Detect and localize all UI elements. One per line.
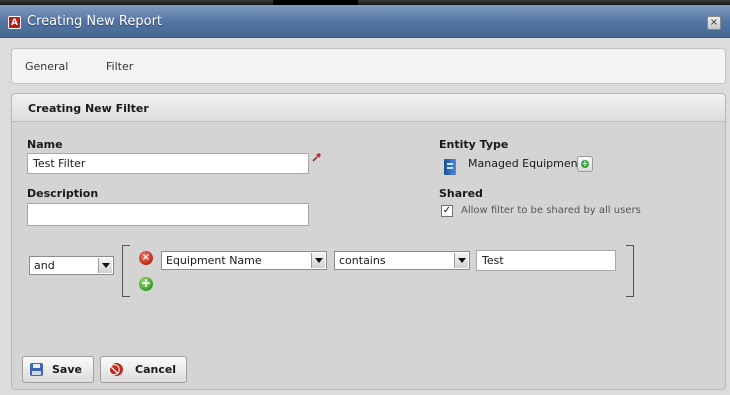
- description-label: Description: [27, 187, 99, 200]
- pin-icon: [312, 153, 321, 162]
- shared-checkbox[interactable]: ✓: [441, 205, 453, 217]
- plus-icon: +: [581, 159, 589, 168]
- name-input[interactable]: Test Filter: [27, 153, 309, 174]
- entity-type-label: Entity Type: [439, 138, 509, 151]
- panel-header: Creating New Filter: [12, 94, 725, 122]
- shared-option-label: Allow filter to be shared by all users: [461, 205, 641, 216]
- chevron-down-icon: [454, 253, 468, 268]
- remove-condition-button[interactable]: ×: [139, 251, 153, 265]
- title-bar: A Creating New Report ×: [0, 5, 730, 38]
- tab-general[interactable]: General: [25, 60, 68, 73]
- add-entity-type-button[interactable]: +: [577, 156, 593, 172]
- report-icon: A: [8, 16, 21, 29]
- condition-bracket-right: [626, 245, 634, 297]
- tab-bar: General Filter: [11, 48, 726, 84]
- save-label: Save: [52, 363, 82, 376]
- name-label: Name: [27, 138, 63, 151]
- shared-label: Shared: [439, 187, 483, 200]
- condition-value-input[interactable]: Test: [476, 250, 616, 271]
- entity-type-value: Managed Equipment: [468, 157, 582, 170]
- close-button[interactable]: ×: [707, 16, 721, 30]
- operator-select[interactable]: contains: [334, 251, 470, 270]
- save-button[interactable]: Save: [22, 356, 94, 383]
- panel-title: Creating New Filter: [28, 102, 149, 115]
- cancel-label: Cancel: [135, 363, 177, 376]
- chevron-down-icon: [98, 258, 112, 273]
- logic-operator-select[interactable]: and: [29, 256, 114, 275]
- dialog-title: Creating New Report: [27, 14, 163, 29]
- field-value: Equipment Name: [166, 254, 262, 267]
- report-dialog: A Creating New Report × General Filter C…: [0, 0, 730, 395]
- tab-filter[interactable]: Filter: [106, 60, 133, 73]
- filter-panel: Creating New Filter: [11, 93, 726, 390]
- condition-bracket-left: [122, 245, 130, 297]
- chevron-down-icon: [311, 253, 325, 268]
- logic-operator-value: and: [34, 259, 55, 272]
- description-input[interactable]: [27, 203, 309, 226]
- add-condition-button[interactable]: +: [139, 277, 153, 291]
- field-select[interactable]: Equipment Name: [161, 251, 327, 270]
- device-icon: [444, 159, 456, 175]
- cancel-icon: ⃠: [110, 363, 123, 376]
- cancel-button[interactable]: ⃠ Cancel: [100, 356, 187, 383]
- floppy-disk-icon: [30, 363, 43, 376]
- operator-value: contains: [339, 254, 386, 267]
